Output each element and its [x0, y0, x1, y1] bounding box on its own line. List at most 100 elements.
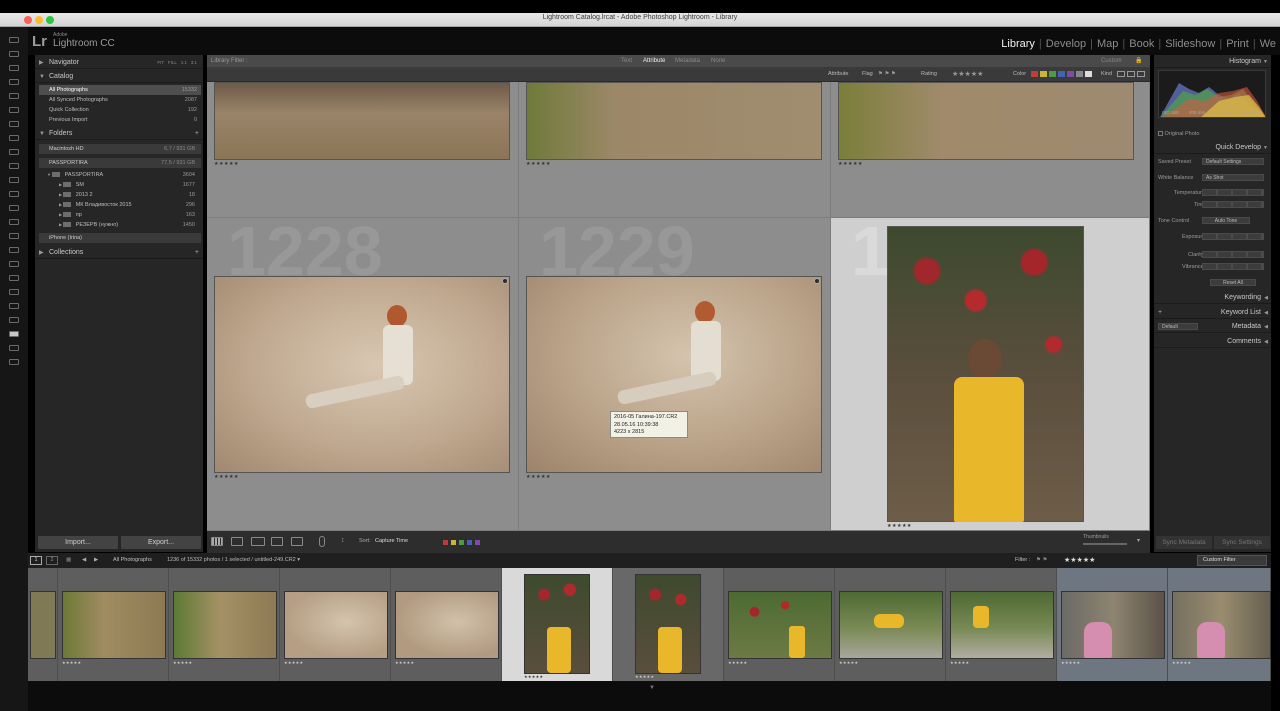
kind-virtual-icon[interactable] — [1127, 71, 1135, 77]
filmstrip-cell[interactable]: ★★★★★ — [280, 568, 391, 681]
metadata-header[interactable]: Default Metadata ◀ — [1154, 321, 1271, 333]
tint-buttons[interactable] — [1202, 201, 1264, 208]
tool-icon[interactable] — [9, 191, 19, 197]
label-green-swatch[interactable] — [459, 540, 464, 545]
auto-tone-button[interactable]: Auto Tone — [1202, 217, 1250, 224]
rating-stars[interactable]: ★★★★★ — [214, 474, 239, 480]
filmstrip-thumbnail[interactable] — [950, 591, 1054, 659]
filter-preset-select[interactable]: Custom — [1101, 55, 1122, 67]
sync-settings-button[interactable]: Sync Settings — [1214, 536, 1270, 549]
photo-thumbnail[interactable] — [526, 276, 822, 473]
catalog-item-previous-import[interactable]: Previous Import 0 — [39, 115, 201, 125]
filmstrip-cell[interactable]: ★★★★★ — [724, 568, 835, 681]
back-arrow-icon[interactable]: ◀ — [82, 553, 86, 568]
module-library[interactable]: Library — [997, 38, 1039, 50]
module-book[interactable]: Book — [1125, 38, 1158, 50]
folder-item[interactable]: ▼ PASSPORTIRA 3604 — [39, 170, 199, 180]
module-develop[interactable]: Develop — [1042, 38, 1090, 50]
filter-preset-select[interactable]: Custom Filter — [1197, 555, 1267, 566]
folder-item[interactable]: ▶ 2013 2 18 — [39, 190, 199, 200]
kind-master-icon[interactable] — [1117, 71, 1125, 77]
tool-icon[interactable] — [9, 135, 19, 141]
tool-icon[interactable] — [9, 149, 19, 155]
export-button[interactable]: Export... — [121, 536, 201, 549]
grid-cell[interactable]: ★★★★★ — [831, 82, 1150, 218]
photo-thumbnail[interactable] — [838, 82, 1134, 160]
catalog-item-quick-collection[interactable]: Quick Collection 192 — [39, 105, 201, 115]
catalog-header[interactable]: ▼ Catalog — [35, 71, 203, 83]
tool-icon[interactable] — [9, 289, 19, 295]
import-button[interactable]: Import... — [38, 536, 118, 549]
filmstrip-cell[interactable]: ★★★★★ — [169, 568, 280, 681]
tool-icon[interactable] — [9, 107, 19, 113]
tool-icon[interactable] — [9, 275, 19, 281]
grid-cell[interactable]: ★★★★★ — [519, 82, 831, 218]
label-blue-swatch[interactable] — [467, 540, 472, 545]
module-web[interactable]: We — [1256, 38, 1280, 50]
folders-header[interactable]: ▼ Folders + — [35, 128, 203, 140]
reset-all-button[interactable]: Reset All — [1210, 279, 1256, 286]
tool-icon[interactable] — [9, 317, 19, 323]
loupe-view-icon[interactable] — [231, 537, 243, 546]
rating-stars[interactable]: ★★★★★ — [526, 474, 551, 480]
filmstrip-info[interactable]: 1236 of 15332 photos / 1 selected / unti… — [167, 553, 300, 568]
survey-view-icon[interactable] — [271, 537, 283, 546]
filmstrip-thumbnail[interactable] — [173, 591, 277, 659]
volume-passportira[interactable]: PASSPORTIRA 77,5 / 931 GB — [39, 158, 201, 168]
catalog-item-all-photographs[interactable]: All Photographs 15332 — [39, 85, 201, 95]
keywording-header[interactable]: Keywording ◀ — [1154, 292, 1271, 304]
color-filter-yellow[interactable] — [1040, 71, 1047, 77]
collections-header[interactable]: ▶ Collections + — [35, 247, 203, 259]
color-filter-gray[interactable] — [1076, 71, 1083, 77]
catalog-item-all-synced[interactable]: All Synced Photographs 2087 — [39, 95, 201, 105]
tool-icon[interactable] — [9, 51, 19, 57]
grid-cell[interactable]: 1228 ★★★★★ — [207, 218, 519, 531]
filmstrip-cell[interactable]: ★★★★★ — [613, 568, 724, 681]
filter-tab-metadata[interactable]: Metadata — [675, 55, 700, 67]
tool-icon[interactable] — [9, 65, 19, 71]
histogram-header[interactable]: Histogram ▼ — [1154, 56, 1271, 68]
photo-thumbnail[interactable] — [214, 276, 510, 473]
secondary-window-1-button[interactable]: 1 — [30, 556, 42, 565]
color-filter-blue[interactable] — [1058, 71, 1065, 77]
toolbar-menu-chevron-icon[interactable]: ▾ — [1137, 537, 1140, 544]
rating-stars[interactable]: ★★★★★ — [838, 161, 863, 167]
sort-select[interactable]: Capture Time — [375, 538, 408, 544]
filmstrip-thumbnail[interactable] — [1172, 591, 1271, 659]
filmstrip-cell[interactable]: ★★★★★ — [58, 568, 169, 681]
folder-item[interactable]: ▶ РЕЗЕРВ (нужно) 1450 — [39, 220, 199, 230]
tool-icon[interactable] — [9, 177, 19, 183]
grid-view-icon[interactable] — [211, 537, 223, 546]
filmstrip-thumbnail[interactable] — [839, 591, 943, 659]
add-collection-icon[interactable]: + — [195, 247, 199, 259]
kind-video-icon[interactable] — [1137, 71, 1145, 77]
color-filter-purple[interactable] — [1067, 71, 1074, 77]
filter-tab-attribute[interactable]: Attribute — [643, 55, 665, 67]
metadata-preset-select[interactable]: Default — [1158, 323, 1198, 330]
folder-item[interactable]: ▶ SM 1677 — [39, 180, 199, 190]
grid-cell[interactable]: 1229 ★★★★★ 2016-05 Галина-197.CR2 28.05.… — [519, 218, 831, 531]
photo-thumbnail[interactable] — [214, 82, 510, 160]
navigator-header[interactable]: ▶ Navigator FIT FILL 1:1 3:1 — [35, 57, 203, 69]
navigator-zoom-options[interactable]: FIT FILL 1:1 3:1 — [157, 57, 197, 69]
filmstrip-thumbnail[interactable] — [728, 591, 832, 659]
compare-view-icon[interactable] — [251, 537, 265, 546]
sync-metadata-button[interactable]: Sync Metadata — [1156, 536, 1212, 549]
rating-stars[interactable]: ★★★★★ — [526, 161, 551, 167]
keyword-list-header[interactable]: + Keyword List ◀ — [1154, 307, 1271, 319]
thumbnail-size-slider[interactable] — [1083, 543, 1127, 545]
filmstrip-cell[interactable] — [28, 568, 58, 681]
filmstrip-thumbnail[interactable] — [1061, 591, 1165, 659]
tool-icon[interactable] — [9, 359, 19, 365]
comments-header[interactable]: Comments ◀ — [1154, 336, 1271, 348]
tool-icon[interactable] — [9, 205, 19, 211]
filmstrip-thumbnail[interactable] — [62, 591, 166, 659]
vibrance-buttons[interactable] — [1202, 263, 1264, 270]
filmstrip-cell-selected[interactable]: ★★★★★ — [502, 568, 613, 681]
filmstrip-source[interactable]: All Photographs — [113, 553, 152, 568]
filmstrip-thumbnail[interactable] — [30, 591, 56, 659]
filmstrip-thumbnail[interactable] — [395, 591, 499, 659]
folder-item[interactable]: ▶ МК Владивосток 2015 296 — [39, 200, 199, 210]
label-red-swatch[interactable] — [443, 540, 448, 545]
zoom-3-1[interactable]: 3:1 — [191, 60, 197, 65]
